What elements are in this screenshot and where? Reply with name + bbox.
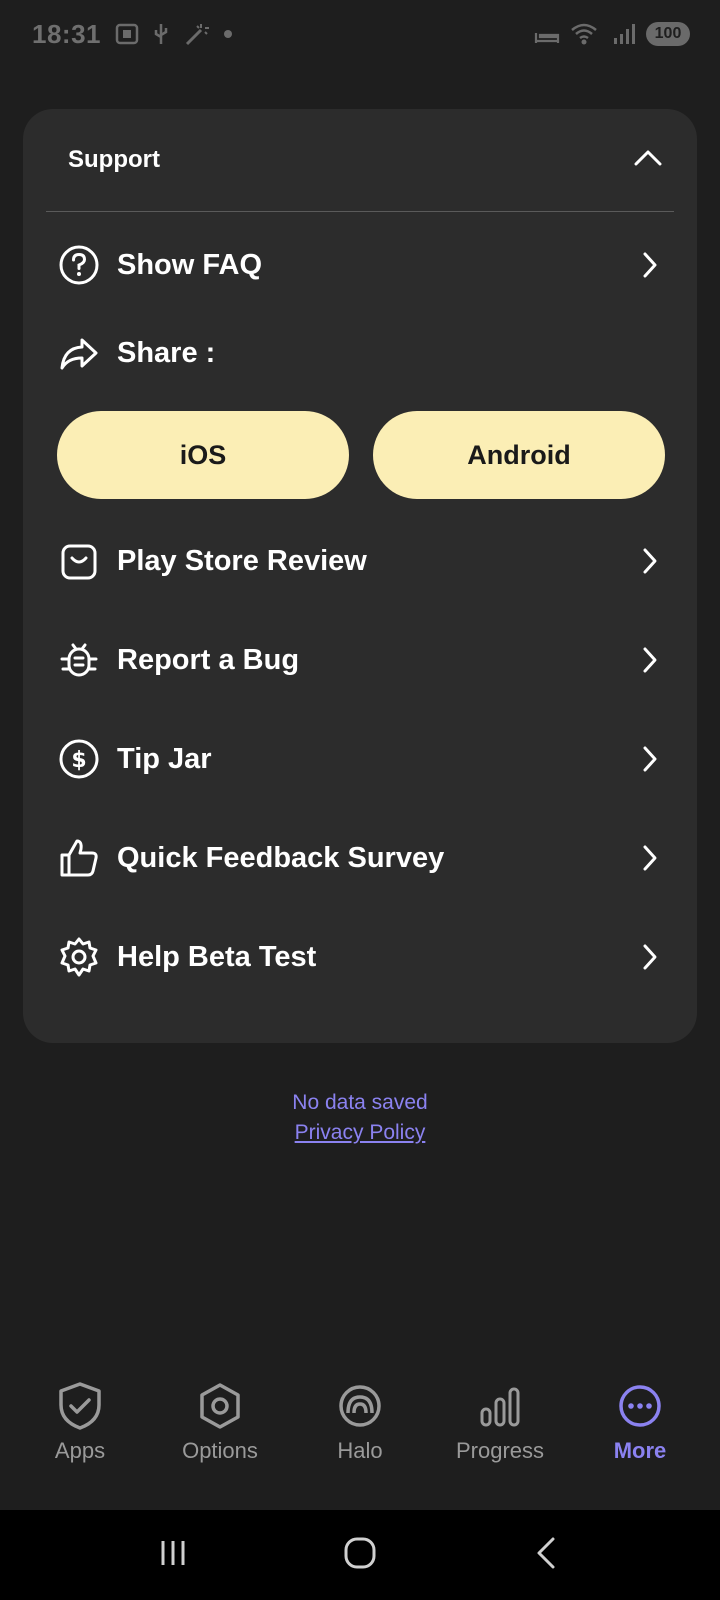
support-header[interactable]: Support [23, 109, 697, 211]
screenshot-icon [115, 23, 139, 45]
nav-apps-label: Apps [54, 1438, 106, 1463]
chevron-right-icon [635, 838, 665, 878]
status-time: 18:31 [32, 18, 101, 49]
nav-halo-label: Halo [337, 1438, 383, 1463]
no-data-saved-text: No data saved [292, 1091, 428, 1114]
report-bug-label: Report a Bug [117, 643, 300, 676]
beta-test-row[interactable]: Help Beta Test [57, 927, 665, 987]
share-ios-button[interactable]: iOS [57, 411, 349, 499]
status-right: 100 [534, 22, 690, 46]
dollar-circle-icon: $ [57, 737, 101, 781]
tip-jar-label: Tip Jar [117, 742, 212, 775]
usb-icon [153, 22, 169, 46]
thumbs-up-icon [57, 836, 101, 880]
footer-note: No data saved Privacy Policy [0, 1088, 720, 1148]
system-nav-bar [0, 1510, 720, 1600]
share-label: Share : [117, 336, 216, 369]
signal-icon [612, 22, 636, 46]
support-card: Support Show FAQ Share : iOS Android Pla… [23, 109, 697, 1043]
status-left: 18:31 [32, 19, 233, 50]
bottom-nav: Apps Options Halo Progress More [0, 1380, 720, 1510]
shopping-bag-icon [57, 539, 101, 583]
nav-progress-label: Progress [455, 1438, 545, 1463]
play-store-review-row[interactable]: Play Store Review [57, 531, 665, 591]
chevron-right-icon [635, 739, 665, 779]
share-arrow-icon [57, 331, 101, 375]
halo-icon [334, 1380, 386, 1432]
show-faq-label: Show FAQ [117, 248, 262, 281]
wifi-icon [570, 22, 602, 46]
shield-check-icon [54, 1380, 106, 1432]
question-circle-icon [57, 243, 101, 287]
nav-progress[interactable]: Progress [433, 1380, 567, 1464]
sleep-mode-icon [534, 23, 560, 45]
nav-options-label: Options [182, 1438, 258, 1463]
chevron-right-icon [635, 640, 665, 680]
gear-icon [57, 935, 101, 979]
status-bar: 18:31 100 [0, 0, 720, 68]
battery-indicator: 100 [646, 22, 690, 46]
magic-wand-icon [183, 22, 209, 46]
support-title: Support [68, 146, 160, 173]
chevron-right-icon [635, 245, 665, 285]
share-android-button[interactable]: Android [373, 411, 665, 499]
show-faq-row[interactable]: Show FAQ [57, 235, 665, 295]
support-divider [46, 211, 674, 212]
report-bug-row[interactable]: Report a Bug [57, 630, 665, 690]
share-buttons: iOS Android [57, 411, 665, 499]
share-row: Share : [57, 323, 665, 383]
hexagon-icon [194, 1380, 246, 1432]
feedback-survey-row[interactable]: Quick Feedback Survey [57, 828, 665, 888]
home-icon[interactable] [340, 1533, 380, 1578]
bar-chart-icon [474, 1380, 526, 1432]
chevron-up-icon[interactable] [633, 148, 663, 173]
nav-more[interactable]: More [573, 1380, 707, 1464]
nav-halo[interactable]: Halo [293, 1380, 427, 1464]
nav-more-label: More [613, 1438, 667, 1463]
back-icon[interactable] [527, 1533, 567, 1578]
bug-icon [57, 638, 101, 682]
svg-text:$: $ [71, 748, 86, 773]
nav-apps[interactable]: Apps [13, 1380, 147, 1464]
tip-jar-row[interactable]: $ Tip Jar [57, 729, 665, 789]
beta-test-label: Help Beta Test [117, 940, 317, 973]
dot-icon [223, 29, 233, 39]
feedback-survey-label: Quick Feedback Survey [117, 841, 445, 874]
nav-options[interactable]: Options [153, 1380, 287, 1464]
chevron-right-icon [635, 541, 665, 581]
privacy-policy-link[interactable]: Privacy Policy [0, 1118, 720, 1148]
play-store-review-label: Play Store Review [117, 544, 367, 577]
recent-apps-icon[interactable] [153, 1533, 193, 1578]
chevron-right-icon [635, 937, 665, 977]
more-dots-icon [614, 1380, 666, 1432]
